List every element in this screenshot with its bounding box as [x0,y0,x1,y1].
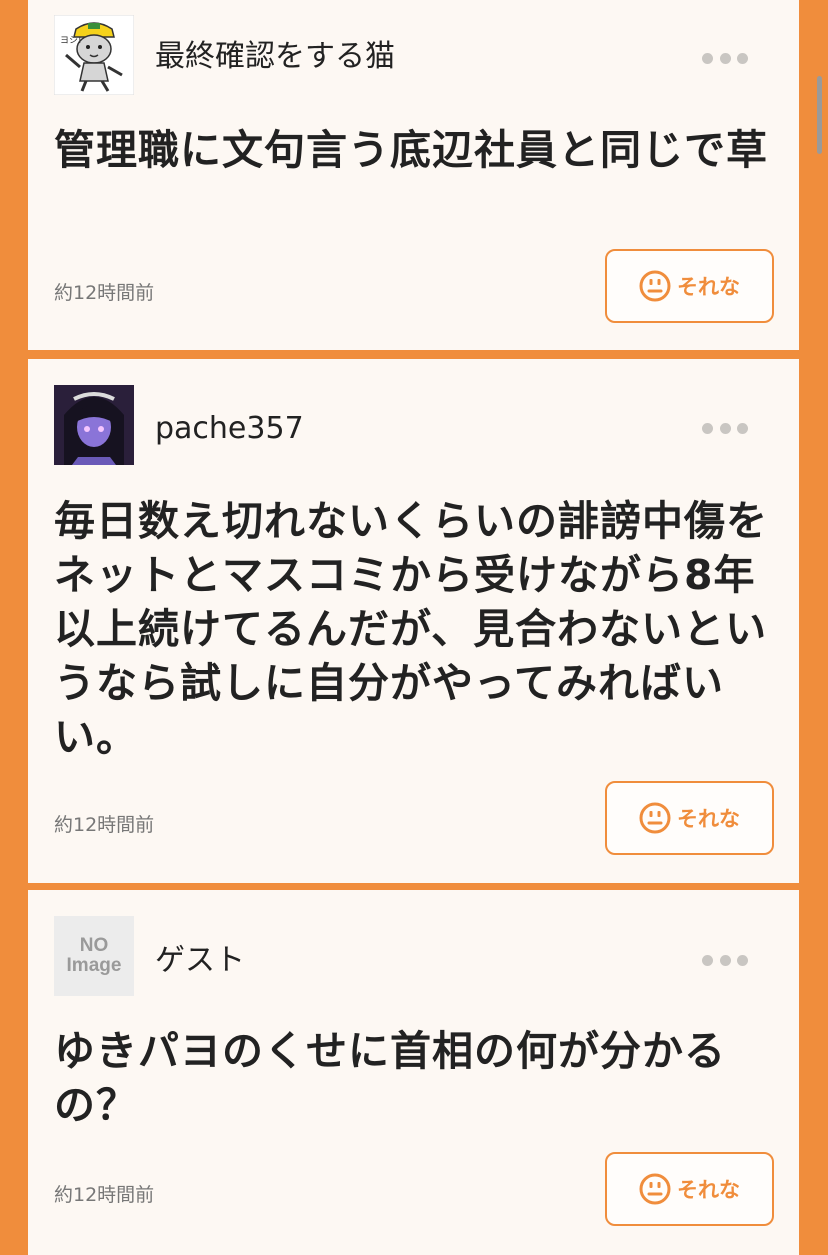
comment-body: ゆきパヨのくせに首相の何が分かるの？ [54,1027,726,1129]
username[interactable]: ゲスト [155,946,245,976]
user-avatar[interactable]: NO Image [54,916,134,996]
timestamp: 約12時間前 [54,814,155,836]
comment-body: 管理職に文句言う底辺社員と同じで草 [54,126,768,174]
comment-body: 毎日数え切れないくらいの誹謗中傷をネットとマスコミから受けながら8年以上続けてる… [54,497,768,761]
girl-avatar-image [54,385,134,465]
more-dot-icon [719,52,731,64]
face-icon [639,802,671,834]
more-options-button[interactable] [702,948,748,972]
user-avatar[interactable]: ヨシ! [54,15,134,95]
face-icon [639,1173,671,1205]
face-icon [639,270,671,302]
more-dot-icon [719,954,731,966]
more-dot-icon [702,422,713,434]
agree-reaction-button[interactable]: それな [605,1152,774,1226]
no-image-text: NO [79,935,109,956]
svg-text:ヨシ!: ヨシ! [60,36,82,46]
agree-reaction-button[interactable]: それな [605,781,774,855]
more-dot-icon [737,954,748,966]
reaction-label: それな [677,1178,740,1202]
comment-card: ヨシ! 最終確認をする猫 管理職に文句言う底辺社員と同じで草 約12時間前 それ… [28,0,799,350]
timestamp: 約12時間前 [54,282,155,304]
more-dot-icon [737,422,748,434]
more-dot-icon [702,954,713,966]
more-dot-icon [702,52,713,64]
more-options-button[interactable] [702,416,748,440]
no-image-avatar: NO Image [54,916,134,996]
username[interactable]: pache357 [155,414,304,444]
comment-card: pache357 毎日数え切れないくらいの誹謗中傷をネットとマスコミから受けなが… [28,359,799,883]
user-avatar[interactable] [54,385,134,465]
comment-feed: ヨシ! 最終確認をする猫 管理職に文句言う底辺社員と同じで草 約12時間前 それ… [0,0,828,1255]
cat-avatar-image: ヨシ! [54,15,134,95]
timestamp: 約12時間前 [54,1184,155,1206]
username[interactable]: 最終確認をする猫 [155,42,395,72]
agree-reaction-button[interactable]: それな [605,249,774,323]
more-dot-icon [737,52,748,64]
comment-card: NO Image ゲスト ゆきパヨのくせに首相の何が分かるの？ 約12時間前 そ… [28,890,799,1255]
scrollbar[interactable] [817,76,822,154]
more-dot-icon [719,422,731,434]
reaction-label: それな [677,275,740,299]
reaction-label: それな [677,807,740,831]
more-options-button[interactable] [702,46,748,70]
no-image-text: Image [66,955,122,976]
